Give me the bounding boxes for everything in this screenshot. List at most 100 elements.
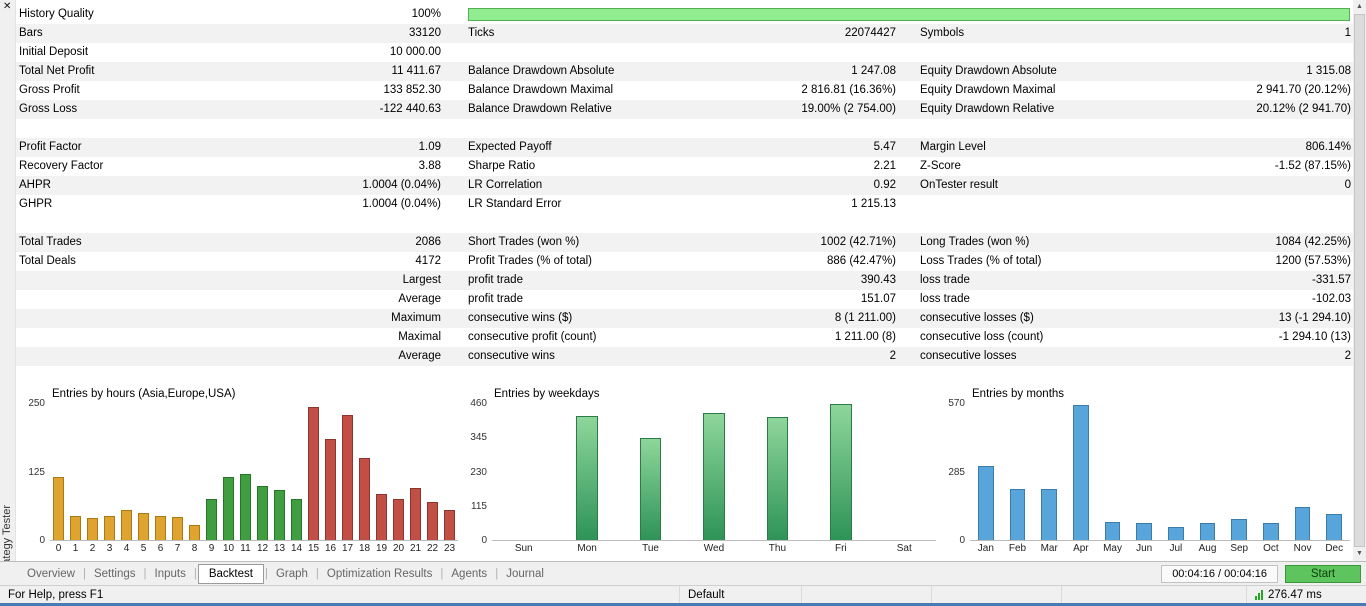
bar-22 [427, 501, 438, 540]
bar-slot [50, 404, 67, 540]
stat-value: Maximal [398, 331, 441, 343]
bar-Fri [830, 404, 852, 540]
stat-label: Long Trades (won %) [920, 236, 1030, 248]
stat-label: Ticks [468, 27, 495, 39]
backtest-stats-table: History Quality 100% Bars 33120 Ticks 22074… [16, 5, 1353, 366]
stat-label: Equity Drawdown Absolute [920, 65, 1057, 77]
bar-9 [206, 499, 217, 540]
stat-value: 1.0004 (0.04%) [362, 198, 441, 210]
x-tick-label: 9 [208, 543, 215, 554]
status-segment [802, 586, 932, 603]
bar-0 [53, 477, 64, 540]
bar-Apr [1072, 405, 1089, 540]
tab-graph[interactable]: Graph [269, 565, 315, 583]
stat-value [1157, 43, 1353, 62]
bar-slot [1065, 404, 1097, 540]
x-tick-label: Mon [577, 543, 597, 554]
tab-backtest[interactable]: Backtest [197, 563, 264, 584]
stat-label [898, 43, 1157, 62]
tab-journal[interactable]: Journal [499, 565, 551, 583]
stat-label: profit trade [468, 293, 523, 305]
stat-value: 1 247.08 [851, 65, 896, 77]
stat-value: -102.03 [1311, 293, 1351, 305]
chart-x-axis: 0 1 2 3 4 5 6 7 8 9 10 11 12 13 14 15 16 17 18 19 20 21 22 23 [50, 541, 458, 557]
x-tick-label: Thu [768, 543, 787, 554]
scroll-down-icon[interactable]: ▼ [1353, 547, 1366, 561]
stat-label: AHPR [19, 179, 51, 191]
y-tick-label: 285 [948, 466, 965, 478]
stat-label: GHPR [19, 198, 53, 210]
stat-label [16, 290, 220, 309]
bar-May [1104, 522, 1121, 540]
stat-label: OnTester result [920, 179, 998, 191]
bar-16 [325, 439, 336, 540]
x-tick-label: 18 [358, 543, 371, 554]
connection-signal-icon [1255, 589, 1263, 600]
chart-body: 250 125 0 [16, 399, 458, 546]
bar-slot [682, 404, 745, 540]
bar-12 [257, 485, 268, 540]
bar-13 [274, 489, 285, 540]
stat-label: Balance Drawdown Absolute [468, 65, 615, 77]
bar-slot [322, 404, 339, 540]
start-button[interactable]: Start [1285, 564, 1361, 583]
stat-label: Equity Drawdown Relative [920, 103, 1055, 115]
tab-optimization-results[interactable]: Optimization Results [320, 565, 439, 583]
stat-label [443, 43, 695, 62]
stat-label: Total Deals [19, 255, 76, 267]
stat-row: AHPR 1.0004 (0.04%) LR Correlation 0.92 OnTe… [16, 176, 1353, 195]
bar-slot [1223, 404, 1255, 540]
stat-value: 1.0004 (0.04%) [362, 179, 441, 191]
tab-separator: | [193, 567, 197, 580]
scrollbar-thumb[interactable] [1354, 14, 1365, 547]
stat-value: 1002 (42.71%) [820, 236, 896, 248]
bar-slot [970, 404, 1002, 540]
history-quality-progress-bar [468, 8, 1350, 21]
tab-agents[interactable]: Agents [444, 565, 494, 583]
bar-slot [135, 404, 152, 540]
stat-label: Expected Payoff [468, 141, 552, 153]
bar-Jul [1167, 526, 1184, 540]
stat-label: Recovery Factor [19, 160, 104, 172]
stat-row: Gross Loss -122 440.63 Balance Drawdown Re… [16, 100, 1353, 119]
tab-overview[interactable]: Overview [20, 565, 82, 583]
bar-19 [376, 493, 387, 540]
scroll-up-icon[interactable]: ▲ [1353, 0, 1366, 14]
chart-x-axis: Jan Feb Mar Apr May Jun Jul Aug Sep Oct Nov Dec [970, 541, 1350, 557]
stat-value: 11 411.67 [391, 65, 441, 77]
stat-row: Total Deals 4172 Profit Trades (% of total… [16, 252, 1353, 271]
tester-tab-bar: Overview | Settings | Inputs | Backtest | Graph |… [0, 561, 1366, 585]
chart-y-axis: 460 345 230 115 0 [458, 399, 492, 546]
tab-inputs[interactable]: Inputs [148, 565, 193, 583]
stat-label [16, 328, 220, 347]
stat-label: Gross Profit [19, 84, 80, 96]
close-icon[interactable]: ✕ [3, 0, 11, 14]
y-tick-label: 125 [28, 466, 45, 478]
bar-slot [356, 404, 373, 540]
stat-row: Initial Deposit 10 000.00 [16, 43, 1353, 62]
stat-value: 1 [1344, 27, 1351, 39]
stat-value: Average [398, 293, 441, 305]
bar-slot [390, 404, 407, 540]
bar-4 [121, 510, 132, 540]
bar-Aug [1199, 523, 1216, 540]
tab-separator: | [495, 567, 499, 580]
stat-row: Average consecutive wins 2 consecutive loss… [16, 347, 1353, 366]
bar-slot [1160, 404, 1192, 540]
vertical-scrollbar[interactable]: ▲ ▼ [1353, 0, 1366, 561]
x-tick-label: Sep [1230, 543, 1249, 554]
tab-separator: | [143, 567, 147, 580]
stat-value: 33120 [409, 27, 441, 39]
tab-settings[interactable]: Settings [87, 565, 143, 583]
entries-by-hours-chart: Entries by hours (Asia,Europe,USA) 250 12… [16, 387, 458, 557]
status-profile[interactable]: Default [680, 586, 802, 603]
stat-label: Balance Drawdown Maximal [468, 84, 614, 96]
stat-label: consecutive wins [468, 350, 555, 362]
tab-separator: | [264, 567, 268, 580]
x-tick-label: 2 [89, 543, 96, 554]
bar-slot [254, 404, 271, 540]
stat-label: loss trade [920, 274, 970, 286]
stat-row: Total Trades 2086 Short Trades (won %) 1002… [16, 233, 1353, 252]
bar-Mar [1041, 488, 1058, 540]
x-tick-label: 19 [375, 543, 388, 554]
